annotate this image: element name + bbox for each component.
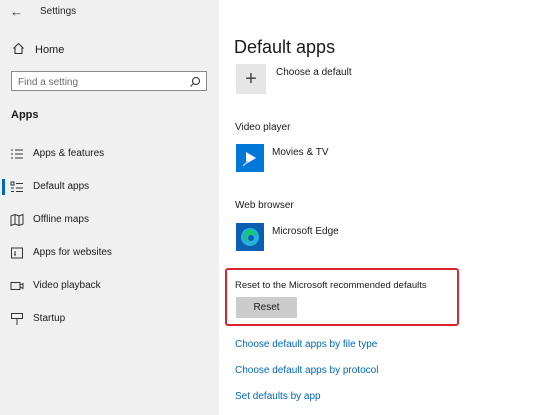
add-default-button[interactable]: + — [236, 64, 266, 94]
selection-indicator — [2, 179, 5, 195]
reset-button[interactable]: Reset — [236, 297, 297, 318]
video-player-label: Video player — [235, 122, 291, 133]
sidebar-item-label: Offline maps — [33, 214, 89, 225]
page-title: Default apps — [234, 37, 336, 57]
websites-icon — [10, 246, 24, 260]
link-by-file-type[interactable]: Choose default apps by file type — [235, 339, 377, 350]
sidebar-item-default-apps[interactable]: Default apps — [0, 176, 219, 198]
video-player-app[interactable]: Movies & TV — [272, 147, 329, 158]
default-apps-icon — [10, 180, 24, 194]
sidebar: ← Settings Home Apps Apps & features Def… — [0, 0, 219, 415]
sidebar-item-offline-maps[interactable]: Offline maps — [0, 209, 219, 231]
search-box[interactable] — [11, 71, 207, 92]
link-by-app[interactable]: Set defaults by app — [235, 391, 321, 402]
plus-icon: + — [245, 68, 257, 90]
back-arrow-icon[interactable]: ← — [10, 4, 26, 20]
search-icon[interactable] — [189, 75, 201, 87]
search-input[interactable] — [12, 73, 189, 92]
list-icon — [10, 147, 24, 161]
sidebar-item-label: Apps for websites — [33, 247, 112, 258]
web-browser-label: Web browser — [235, 200, 294, 211]
sidebar-item-apps-features[interactable]: Apps & features — [0, 143, 219, 165]
reset-description: Reset to the Microsoft recommended defau… — [235, 280, 427, 291]
web-browser-app[interactable]: Microsoft Edge — [272, 226, 339, 237]
home-icon — [12, 42, 26, 58]
sidebar-item-startup[interactable]: Startup — [0, 308, 219, 330]
section-title: Apps — [11, 109, 39, 121]
link-by-protocol[interactable]: Choose default apps by protocol — [235, 365, 378, 376]
sidebar-item-label: Video playback — [33, 280, 101, 291]
sidebar-home[interactable]: Home — [12, 42, 64, 58]
sidebar-item-video-playback[interactable]: Video playback — [0, 275, 219, 297]
home-label: Home — [35, 44, 65, 56]
sidebar-item-apps-for-websites[interactable]: Apps for websites — [0, 242, 219, 264]
main-content: Default apps + Choose a default Video pl… — [219, 0, 553, 415]
movies-tv-icon[interactable] — [236, 144, 264, 172]
video-icon — [10, 279, 24, 293]
edge-icon[interactable] — [236, 223, 264, 251]
sidebar-item-label: Apps & features — [33, 148, 105, 159]
startup-icon — [10, 312, 24, 326]
choose-default-label[interactable]: Choose a default — [276, 67, 352, 78]
sidebar-item-label: Default apps — [33, 181, 90, 192]
sidebar-item-label: Startup — [33, 313, 66, 324]
window-title: Settings — [40, 6, 77, 17]
map-icon — [10, 213, 24, 227]
